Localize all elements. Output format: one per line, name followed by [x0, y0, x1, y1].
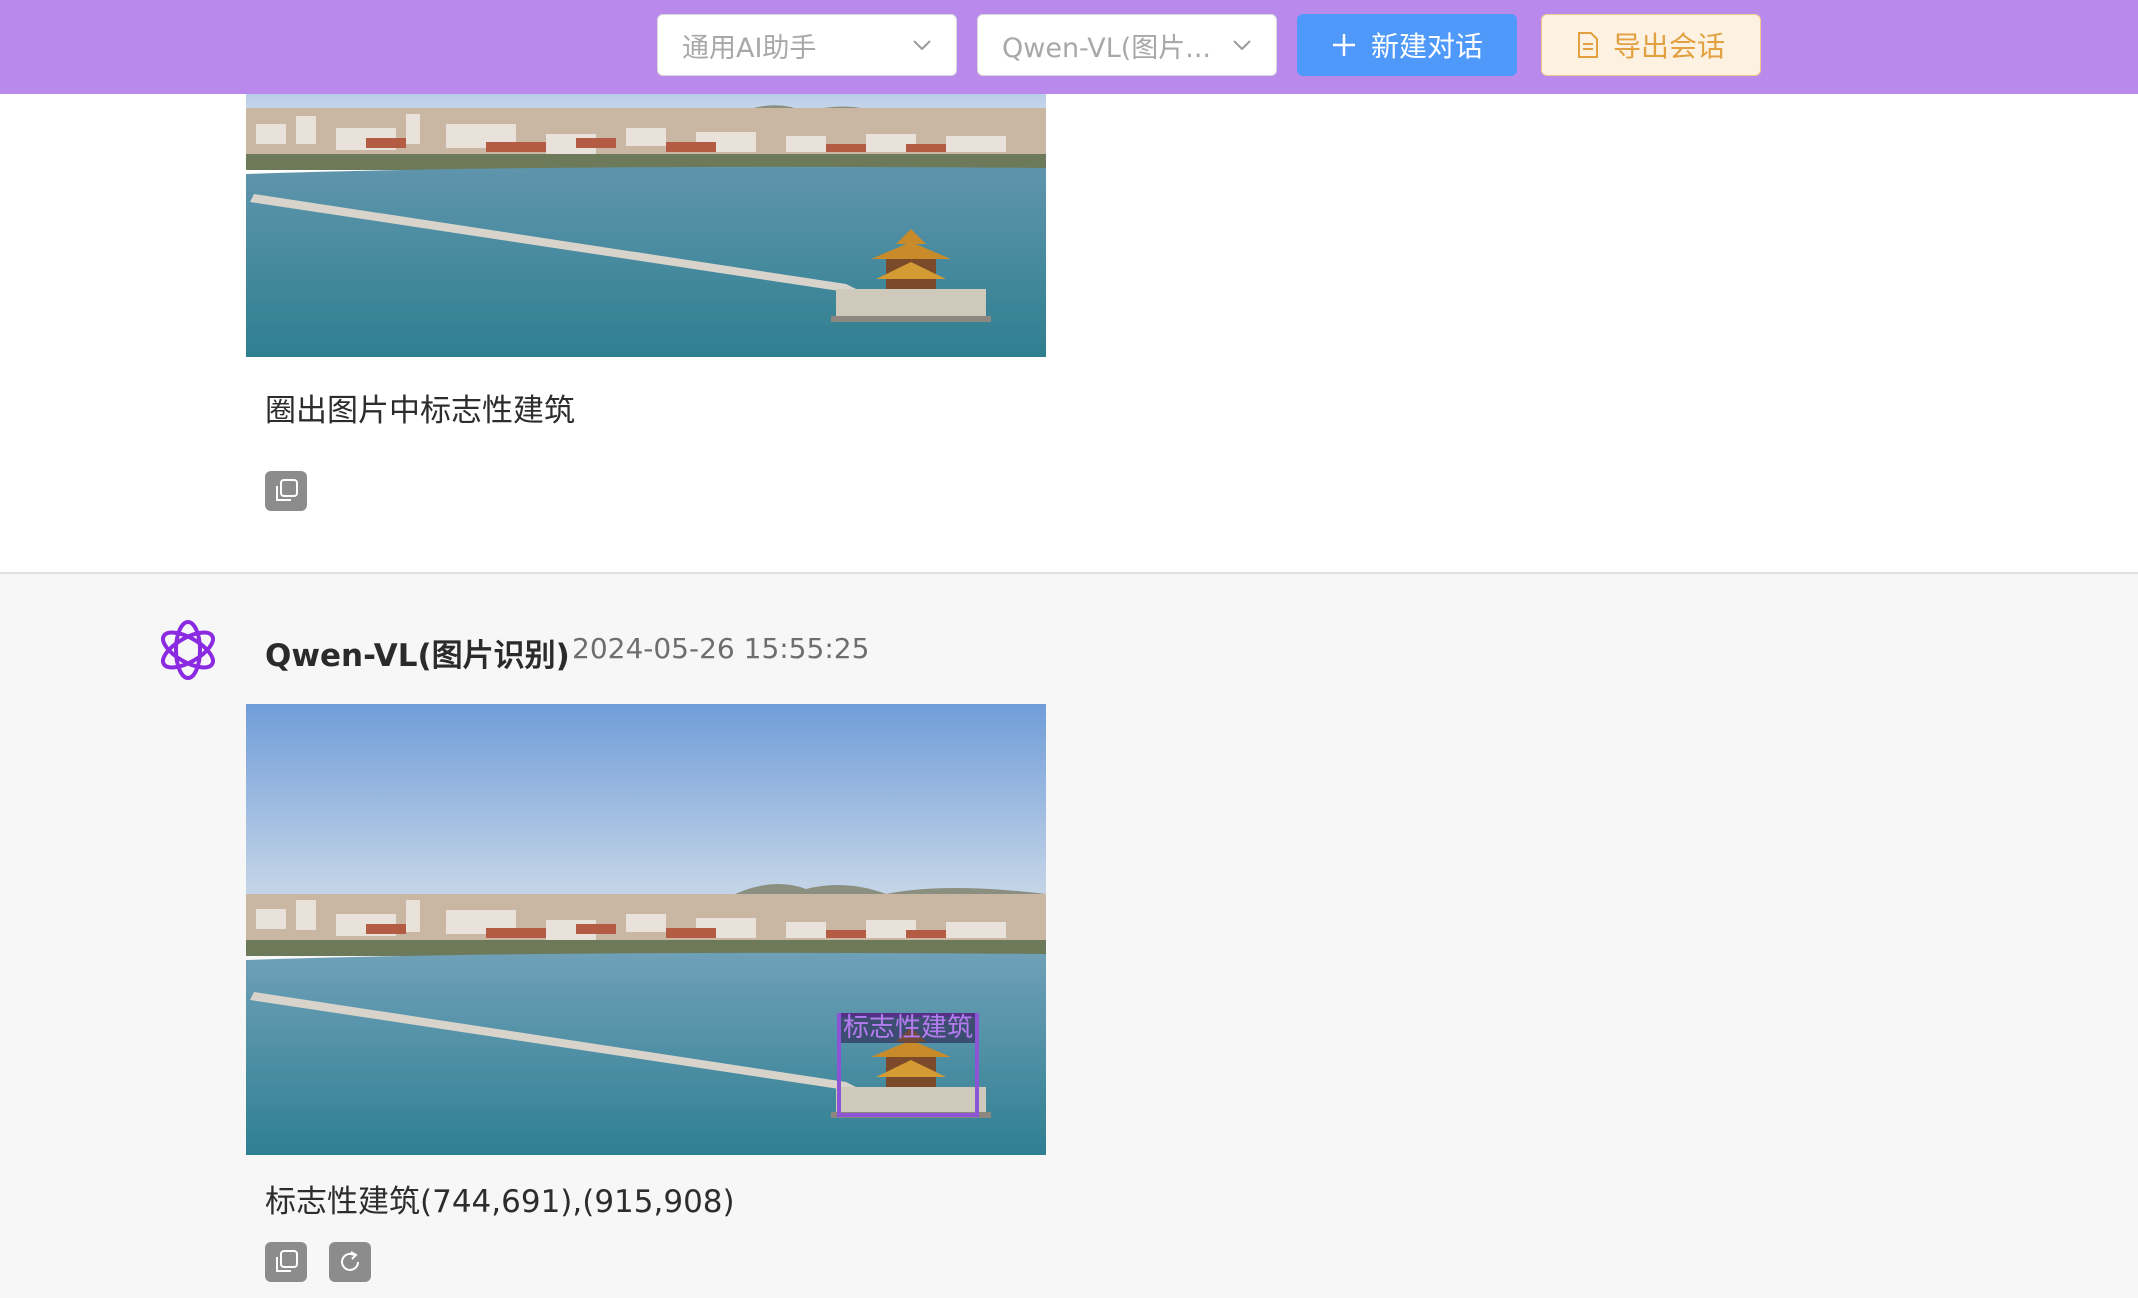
uploaded-image	[246, 94, 1046, 357]
assistant-select-value: 通用AI助手	[682, 32, 817, 64]
top-bar: 通用AI助手 Qwen-VL(图片... 新建对话 导出会话	[0, 0, 2138, 94]
export-chat-button[interactable]: 导出会话	[1541, 14, 1761, 76]
refresh-icon	[341, 1251, 359, 1271]
plus-icon	[1332, 34, 1355, 56]
assistant-select[interactable]: 通用AI助手	[657, 14, 957, 76]
chevron-down-icon	[1233, 40, 1251, 51]
copy-button[interactable]	[265, 1242, 307, 1282]
copy-icon	[276, 479, 298, 501]
copy-icon	[276, 1250, 298, 1272]
user-message-text: 圈出图片中标志性建筑	[265, 393, 575, 429]
chevron-down-icon	[913, 40, 931, 51]
copy-button[interactable]	[265, 471, 307, 511]
openai-logo-icon	[161, 620, 215, 680]
regenerate-button[interactable]	[329, 1242, 371, 1282]
model-select-value: Qwen-VL(图片...	[1002, 32, 1212, 64]
ai-message-text: 标志性建筑(744,691),(915,908)	[265, 1184, 735, 1220]
export-chat-label: 导出会话	[1612, 30, 1725, 63]
document-icon	[1577, 32, 1598, 58]
model-select[interactable]: Qwen-VL(图片...	[977, 14, 1277, 76]
detection-label: 标志性建筑	[841, 1013, 975, 1043]
ai-model-name: Qwen-VL(图片识别)	[265, 638, 570, 674]
new-chat-label: 新建对话	[1370, 30, 1483, 63]
user-message: 圈出图片中标志性建筑	[0, 94, 2138, 574]
new-chat-button[interactable]: 新建对话	[1297, 14, 1517, 76]
message-timestamp: 2024-05-26 15:55:25	[572, 632, 870, 665]
